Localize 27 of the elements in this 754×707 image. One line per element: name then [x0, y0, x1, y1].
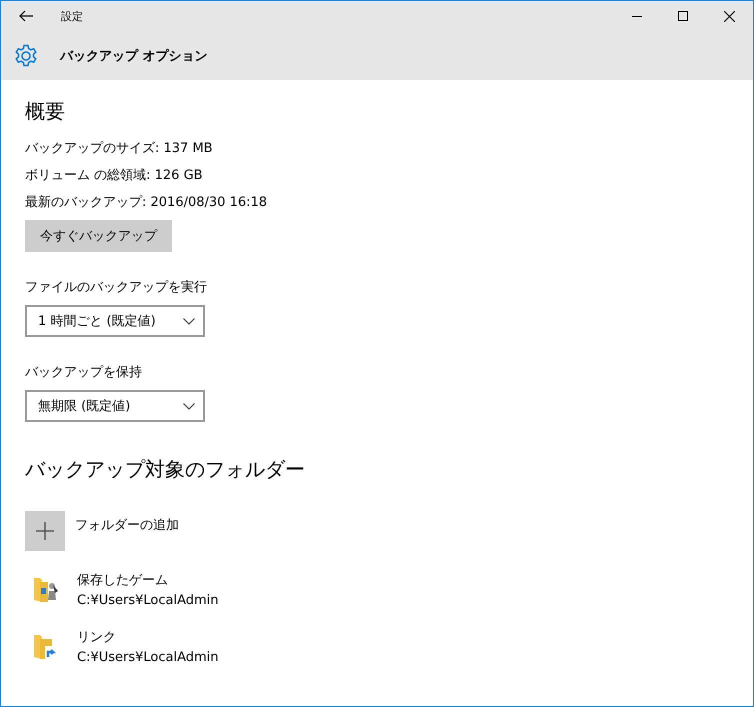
back-icon[interactable]: [19, 10, 33, 22]
chevron-down-icon: [183, 402, 195, 410]
settings-icon: [14, 44, 38, 68]
chevron-down-icon: [183, 318, 195, 324]
window-title: 設定: [61, 8, 83, 24]
setting-label: ファイルのバックアップを実行: [25, 279, 208, 296]
maximize-icon[interactable]: [678, 11, 688, 21]
folder-icon: [33, 632, 59, 660]
section-heading: 概要: [25, 98, 66, 125]
plus-icon: [36, 522, 54, 540]
add-folder-label[interactable]: フォルダーの追加: [75, 516, 179, 551]
section-heading: バックアップ対象のフォルダー: [25, 456, 306, 483]
add-folder-button[interactable]: [25, 511, 65, 551]
folder-icon: [33, 576, 59, 604]
info-text: 最新のバックアップ: 2016/08/30 16:18: [25, 195, 268, 210]
dropdown[interactable]: 無期限 (既定値): [25, 390, 205, 422]
close-icon[interactable]: [724, 10, 735, 22]
dropdown[interactable]: 1 時間ごと (既定値): [25, 305, 205, 337]
backup-now-button[interactable]: 今すぐバックアップ: [25, 220, 172, 252]
page-title: バックアップ オプション: [60, 48, 208, 64]
info-text: バックアップのサイズ: 137 MB: [25, 141, 214, 156]
folder-path: C:¥Users¥LocalAdmin: [77, 593, 219, 608]
folder-name: リンク: [77, 629, 117, 646]
folder-name: 保存したゲーム: [77, 572, 169, 589]
info-text: ボリューム の総領域: 126 GB: [25, 168, 204, 183]
setting-label: バックアップを保持: [25, 364, 143, 381]
folder-path: C:¥Users¥LocalAdmin: [77, 650, 219, 665]
